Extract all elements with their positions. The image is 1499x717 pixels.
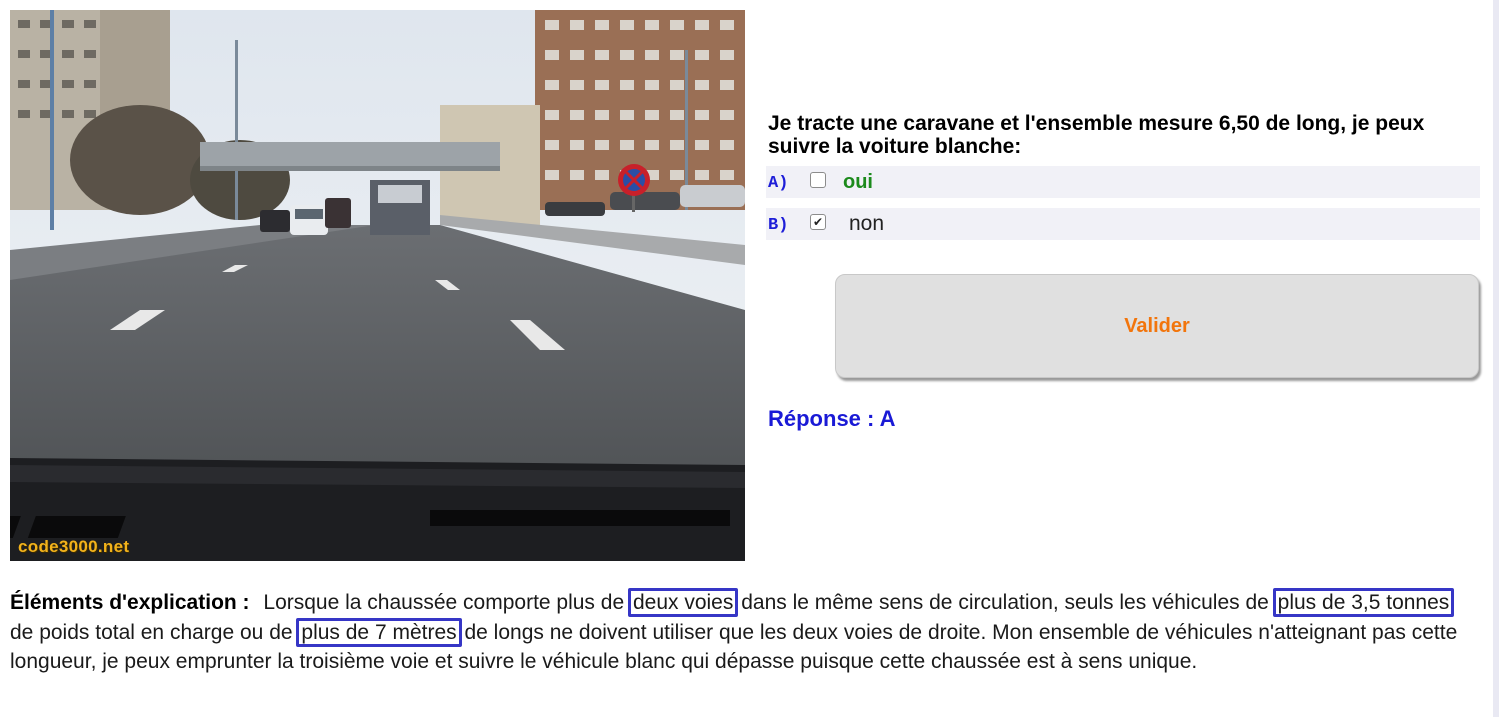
explanation-block: Éléments d'explication : Lorsque la chau… bbox=[10, 588, 1470, 677]
highlight-plus-de-3-5-tonnes: plus de 3,5 tonnes bbox=[1272, 588, 1455, 617]
road-scene-illustration bbox=[10, 10, 745, 561]
explanation-text-2: dans le même sens de circulation, seuls … bbox=[735, 591, 1275, 614]
answer-checkbox-a[interactable] bbox=[810, 172, 826, 188]
answer-label-a: oui bbox=[843, 171, 873, 193]
explanation-text-1: Lorsque la chaussée comporte plus de bbox=[263, 591, 630, 614]
highlight-plus-de-7-metres: plus de 7 mètres bbox=[296, 617, 462, 647]
validate-button[interactable]: Valider bbox=[835, 274, 1479, 378]
explanation-text-3: de poids total en charge ou de bbox=[10, 620, 299, 644]
highlight-deux-voies: deux voies bbox=[627, 588, 739, 617]
answer-label-b: non bbox=[849, 212, 885, 235]
answer-option-a[interactable]: A) oui bbox=[766, 166, 1480, 198]
question-text: Je tracte une caravane et l'ensemble mes… bbox=[768, 112, 1425, 158]
checkmark-icon: ✔ bbox=[812, 215, 824, 229]
answer-letter-b: B) bbox=[768, 216, 789, 235]
question-scene-image: code3000.net bbox=[10, 10, 745, 561]
watermark-text: code3000.net bbox=[18, 537, 130, 556]
answer-letter-a: A) bbox=[768, 174, 789, 193]
answer-checkbox-b[interactable]: ✔ bbox=[810, 214, 826, 230]
answer-option-b[interactable]: B) ✔ non bbox=[766, 208, 1480, 240]
page-right-border bbox=[1493, 0, 1499, 717]
response-text: Réponse : A bbox=[768, 406, 896, 431]
explanation-title: Éléments d'explication : bbox=[10, 591, 250, 614]
